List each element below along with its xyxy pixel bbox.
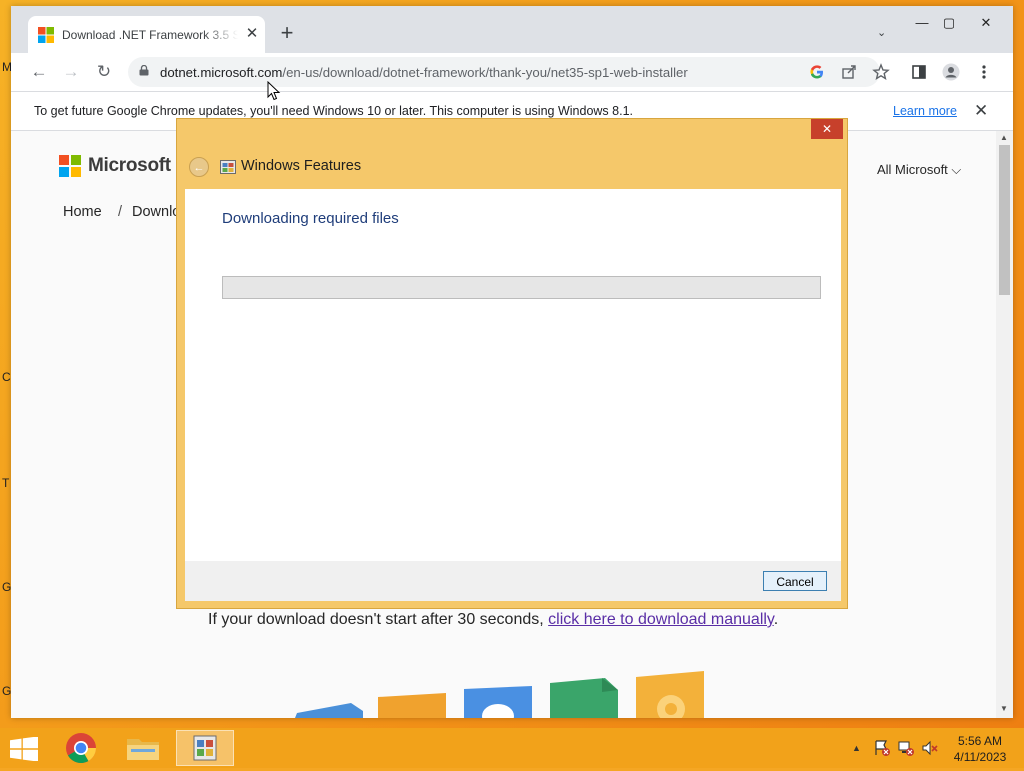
clock-time: 5:56 AM (957, 734, 1003, 748)
back-arrow-icon[interactable]: ← (28, 61, 50, 83)
illustration-tile-chat (464, 686, 532, 718)
url-host: dotnet.microsoft.com (160, 65, 283, 80)
menu-icon[interactable] (975, 63, 993, 81)
profile-icon[interactable] (942, 63, 960, 81)
new-tab-icon[interactable]: + (277, 22, 297, 44)
download-manually-link[interactable]: click here to download manually (548, 611, 774, 628)
taskbar: ▲ 5:56 AM 4/11/2023 (0, 728, 1024, 768)
network-icon[interactable] (897, 739, 915, 757)
tab-title: Download .NET Framework 3.5 SP1 (62, 28, 238, 42)
desktop-icon-label[interactable]: G (2, 684, 11, 698)
scroll-up-icon[interactable]: ▲ (1000, 133, 1008, 142)
dialog-footer: Cancel (185, 561, 841, 601)
lock-icon[interactable] (139, 65, 149, 76)
windows-features-icon (220, 160, 236, 174)
windows-start-icon[interactable] (10, 737, 38, 761)
taskbar-chrome[interactable] (52, 730, 110, 766)
learn-more-link[interactable]: Learn more (893, 104, 957, 118)
desktop-icon-label[interactable]: T (2, 476, 9, 490)
minimize-icon[interactable]: — (909, 12, 935, 34)
browser-toolbar: ← → ↻ dotnet.microsoft.com/en-us/downloa… (11, 53, 1013, 92)
system-clock[interactable]: 5:56 AM 4/11/2023 (945, 733, 1015, 765)
forward-arrow-icon[interactable]: → (60, 61, 82, 83)
url-text[interactable]: dotnet.microsoft.com/en-us/download/dotn… (160, 65, 688, 80)
dialog-title: Windows Features (241, 158, 362, 174)
dialog-heading: Downloading required files (222, 210, 399, 227)
illustration-tile-gear (636, 671, 704, 718)
address-bar[interactable]: dotnet.microsoft.com/en-us/download/dotn… (128, 57, 890, 87)
tab-search-chevron-icon[interactable]: ⌄ (877, 26, 886, 39)
microsoft-favicon-icon (38, 27, 54, 43)
microsoft-logo-icon[interactable] (59, 155, 81, 177)
infobar-message: To get future Google Chrome updates, you… (34, 104, 633, 118)
clock-date: 4/11/2023 (953, 750, 1007, 764)
url-path: /en-us/download/dotnet-framework/thank-y… (282, 65, 688, 80)
taskbar-file-explorer[interactable] (114, 730, 172, 766)
tab-strip: Download .NET Framework 3.5 SP1 ✕ + ⌄ — … (11, 6, 1013, 53)
folder-icon (127, 739, 159, 760)
desktop-icon-label[interactable]: G (2, 580, 11, 594)
all-microsoft-menu[interactable]: All Microsoft ⌵ (877, 162, 961, 178)
download-progress-bar (222, 276, 821, 299)
dialog-close-icon[interactable]: ✕ (811, 119, 843, 139)
download-notice-end: . (773, 611, 779, 628)
illustration-tile-blue (295, 703, 363, 718)
scroll-down-icon[interactable]: ▼ (1000, 704, 1008, 713)
breadcrumb-home[interactable]: Home (63, 204, 102, 220)
windows-features-dialog: ✕ ← Windows Features Downloading require… (176, 118, 848, 609)
google-icon[interactable] (808, 63, 826, 81)
maximize-icon[interactable]: ▢ (936, 12, 962, 34)
star-icon[interactable] (872, 63, 890, 81)
windows-features-taskbar-icon (193, 735, 217, 761)
infobar-close-icon[interactable]: ✕ (974, 101, 988, 121)
taskbar-windows-features[interactable] (176, 730, 234, 766)
scrollbar-thumb[interactable] (999, 145, 1010, 295)
breadcrumb-separator: / (118, 204, 123, 220)
action-center-flag-icon[interactable] (873, 739, 891, 757)
download-notice-text: If your download doesn't start after 30 … (208, 611, 549, 628)
microsoft-brand[interactable]: Microsoft (88, 155, 171, 177)
reload-icon[interactable]: ↻ (93, 61, 115, 83)
chrome-icon (66, 733, 96, 764)
tray-expand-icon[interactable]: ▲ (852, 743, 861, 753)
window-close-icon[interactable]: ✕ (973, 12, 999, 34)
side-panel-icon[interactable] (910, 63, 928, 81)
share-icon[interactable] (840, 63, 858, 81)
dialog-body: Downloading required files (185, 189, 841, 561)
desktop-icon-label[interactable]: C (2, 370, 11, 384)
dialog-back-icon[interactable]: ← (189, 157, 209, 177)
illustration-tile-green (550, 678, 618, 718)
mouse-cursor-icon (267, 81, 281, 101)
cancel-button[interactable]: Cancel (763, 571, 827, 591)
tab-close-icon[interactable]: ✕ (243, 25, 261, 43)
browser-tab[interactable]: Download .NET Framework 3.5 SP1 ✕ (28, 16, 265, 53)
page-scrollbar[interactable]: ▲ ▼ (996, 131, 1013, 718)
volume-muted-icon[interactable] (921, 739, 939, 757)
download-notice: If your download doesn't start after 30 … (208, 611, 778, 629)
illustration-tile-orange (378, 693, 446, 718)
